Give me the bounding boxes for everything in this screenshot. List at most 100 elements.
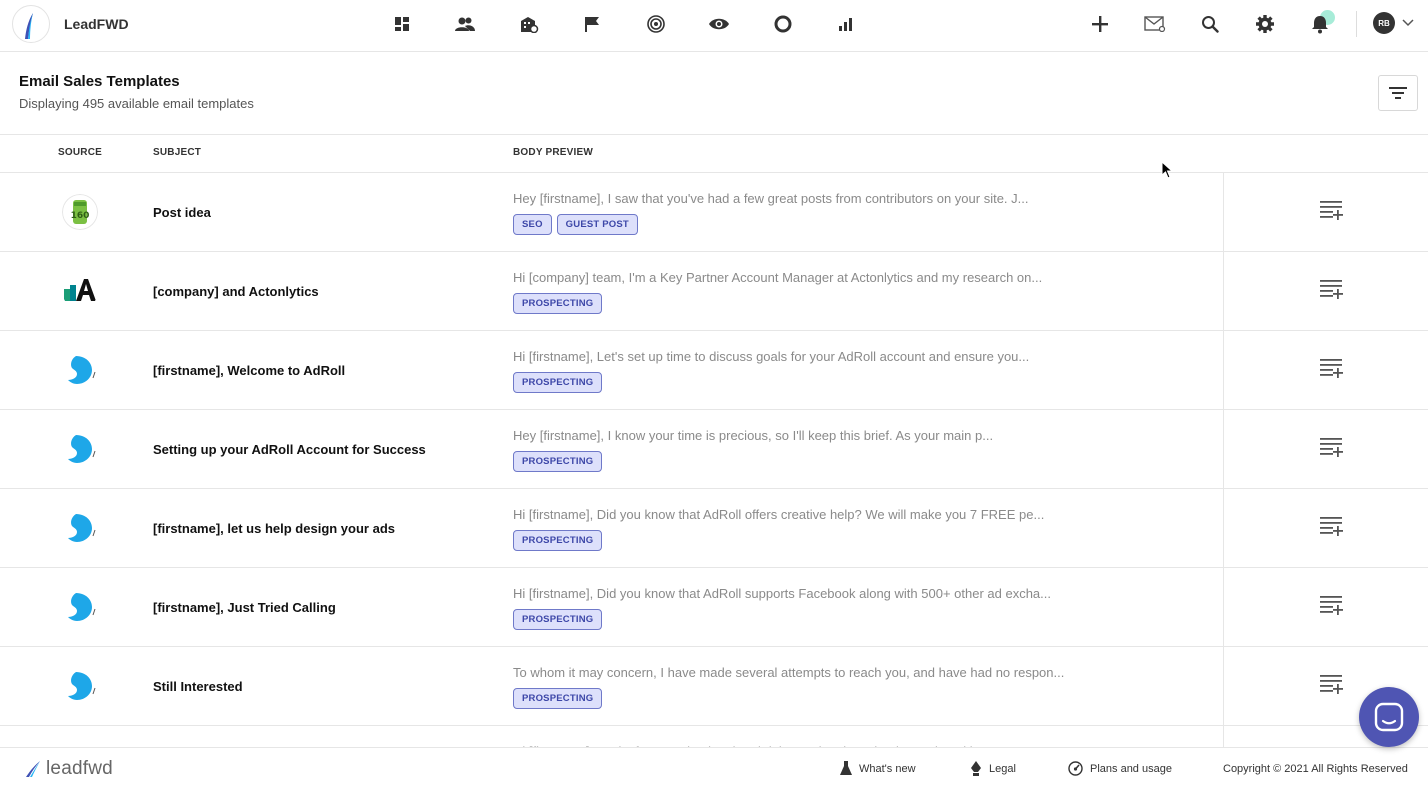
tag-badge: PROSPECTING [513,293,603,314]
add-icon[interactable] [1072,8,1127,40]
add-to-playlist-icon[interactable] [1320,674,1344,699]
column-source[interactable]: SOURCE [58,147,102,158]
chevron-down-icon[interactable] [1402,14,1414,32]
gauge-icon [1068,761,1083,776]
row-actions [1223,410,1428,489]
table-row[interactable]: [firstname], let us help design your ads… [0,489,1428,568]
filter-icon [1389,87,1407,99]
tag-list: PROSPECTING [513,293,603,314]
tag-badge: PROSPECTING [513,688,603,709]
legal-label: Legal [989,762,1016,775]
targets-icon[interactable] [624,10,688,38]
template-subject[interactable]: [company] and Actonlytics [153,284,319,299]
add-to-playlist-icon[interactable] [1320,200,1344,225]
mail-icon[interactable] [1127,8,1182,40]
tag-badge: SEO [513,214,552,235]
chat-icon [1374,702,1404,732]
page-subtitle: Displaying 495 available email templates [19,96,254,111]
add-to-playlist-icon[interactable] [1320,358,1344,383]
search-icon[interactable] [1182,8,1237,40]
template-subject[interactable]: Post idea [153,205,211,220]
page-title: Email Sales Templates [19,73,180,90]
tag-list: SEO GUEST POST [513,214,638,235]
row-actions [1223,568,1428,647]
settings-gear-icon[interactable] [1237,8,1292,40]
contacts-icon[interactable] [434,10,498,38]
body-preview: Hi [firstname], Did you know that AdRoll… [513,507,1045,522]
copyright: Copyright © 2021 All Rights Reserved [1223,763,1408,775]
filter-button[interactable] [1378,75,1418,111]
template-subject[interactable]: [firstname], Just Tried Calling [153,600,336,615]
svg-text:160: 160 [71,211,90,221]
template-subject[interactable]: [firstname], Welcome to AdRoll [153,363,345,378]
table-row[interactable]: Setting up your AdRoll Account for Succe… [0,410,1428,489]
legal-link[interactable]: Legal [970,761,1016,776]
template-subject[interactable]: Setting up your AdRoll Account for Succe… [153,442,426,457]
add-to-playlist-icon[interactable] [1320,595,1344,620]
utility-nav [1072,8,1347,40]
table-header: SOURCE SUBJECT BODY PREVIEW [0,135,1428,173]
tag-badge: PROSPECTING [513,609,603,630]
notifications-bell-icon[interactable] [1292,8,1347,40]
row-actions [1223,252,1428,331]
tag-list: PROSPECTING [513,609,603,630]
whats-new-link[interactable]: What's new [840,761,916,776]
source-logo-adroll [62,352,98,388]
row-actions [1223,331,1428,410]
tag-badge: PROSPECTING [513,451,603,472]
pen-nib-icon [971,761,981,776]
add-to-playlist-icon[interactable] [1320,437,1344,462]
tag-list: PROSPECTING [513,451,603,472]
body-preview: Hey [firstname], I saw that you've had a… [513,191,1029,206]
tag-list: PROSPECTING [513,372,603,393]
plans-usage-label: Plans and usage [1090,762,1172,775]
table-row[interactable]: Hi [firstname], Looks for targeting is r… [0,726,1428,747]
table-row[interactable]: 160 Post idea Hey [firstname], I saw that … [0,173,1428,252]
table-row[interactable]: [company] and Actonlytics Hi [company] te… [0,252,1428,331]
row-actions [1223,173,1428,252]
footer: leadfwd What's new Legal Plans and usage… [0,747,1428,788]
table-row[interactable]: [firstname], Just Tried Calling Hi [first… [0,568,1428,647]
body-preview: Hi [firstname], Let's set up time to dis… [513,349,1030,364]
mouse-cursor [1161,160,1174,184]
table-row[interactable]: [firstname], Welcome to AdRoll Hi [firstn… [0,331,1428,410]
template-subject[interactable]: [firstname], let us help design your ads [153,521,395,536]
add-to-playlist-icon[interactable] [1320,516,1344,541]
main-nav [370,10,878,38]
tag-list: PROSPECTING [513,688,603,709]
dashboard-icon[interactable] [370,10,434,38]
leadfwd-logo[interactable] [12,5,50,43]
column-body-preview[interactable]: BODY PREVIEW [513,147,593,158]
source-logo-adroll [62,668,98,704]
row-actions [1223,489,1428,568]
templates-table: SOURCE SUBJECT BODY PREVIEW 160 Post idea… [0,134,1428,747]
chat-launcher-button[interactable] [1359,687,1419,747]
template-subject[interactable]: Still Interested [153,679,243,694]
companies-icon[interactable] [497,10,561,38]
source-logo-adroll [62,510,98,546]
footer-logo[interactable]: leadfwd [24,758,113,780]
source-logo-actonlytics [62,273,98,309]
visitors-eye-icon[interactable] [688,10,752,38]
column-subject[interactable]: SUBJECT [153,147,201,158]
nav-divider [1356,11,1357,37]
circle-icon[interactable] [751,10,815,38]
whats-new-label: What's new [859,762,916,775]
body-preview: To whom it may concern, I have made seve… [513,665,1065,680]
campaigns-flag-icon[interactable] [561,10,625,38]
tag-list: PROSPECTING [513,530,603,551]
body-preview: Hey [firstname], I know your time is pre… [513,428,994,443]
source-logo-160: 160 [62,194,98,230]
table-row[interactable]: Still Interested To whom it may concern, … [0,647,1428,726]
flask-icon [840,761,852,775]
footer-logo-text: leadfwd [46,758,113,779]
tag-badge: PROSPECTING [513,530,603,551]
plans-usage-link[interactable]: Plans and usage [1068,761,1172,776]
add-to-playlist-icon[interactable] [1320,279,1344,304]
source-logo-adroll [62,589,98,625]
body-preview: Hi [firstname], Did you know that AdRoll… [513,586,1051,601]
tag-badge: GUEST POST [556,214,638,235]
reports-chart-icon[interactable] [815,10,879,38]
top-navbar: LeadFWD RB [0,0,1428,52]
user-avatar[interactable]: RB [1373,12,1395,34]
